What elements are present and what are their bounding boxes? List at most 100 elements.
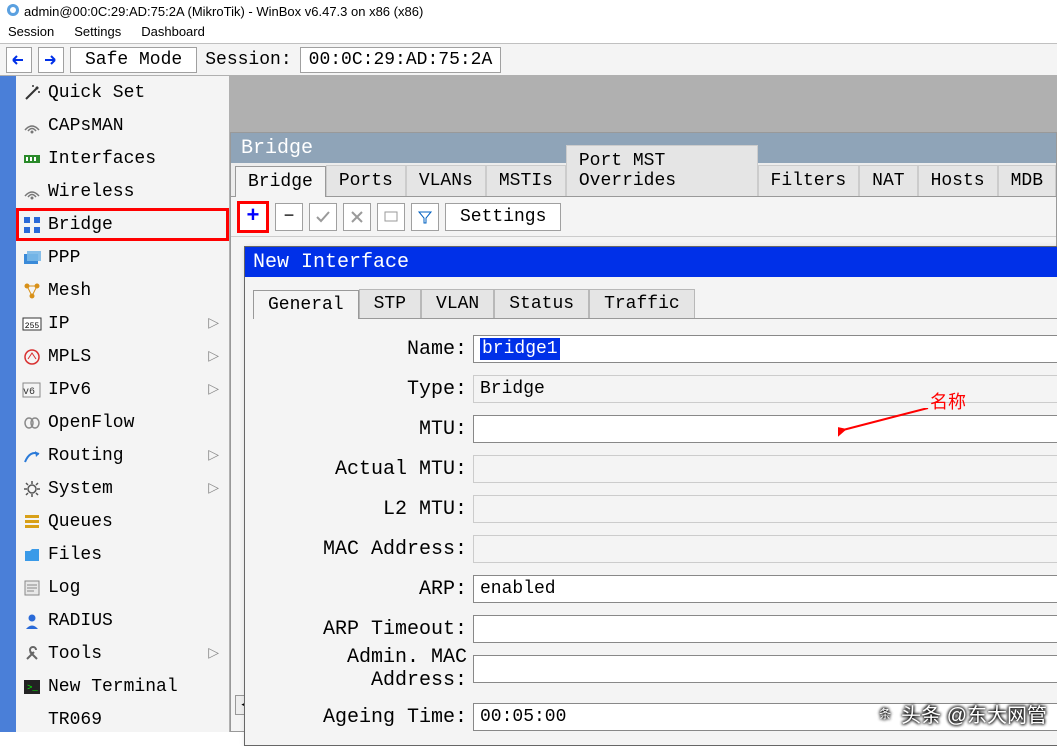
- menu-dashboard[interactable]: Dashboard: [137, 23, 209, 42]
- dialog-tab-vlan[interactable]: VLAN: [421, 289, 494, 318]
- -icon: [22, 710, 42, 730]
- wand-icon: [22, 83, 42, 103]
- mtu-input[interactable]: [473, 415, 1057, 443]
- bridge-icon: [22, 215, 42, 235]
- comment-button[interactable]: [377, 203, 405, 231]
- tab-mstis[interactable]: MSTIs: [486, 165, 566, 196]
- sidebar-item-capsman[interactable]: CAPsMAN: [16, 109, 229, 142]
- sidebar-item-tools[interactable]: Tools▷: [16, 637, 229, 670]
- sidebar-item-mpls[interactable]: MPLS▷: [16, 340, 229, 373]
- arp-label: ARP:: [257, 578, 473, 601]
- term-icon: >_: [22, 677, 42, 697]
- filter-button[interactable]: [411, 203, 439, 231]
- tab-nat[interactable]: NAT: [859, 165, 917, 196]
- submenu-arrow-icon: ▷: [208, 381, 219, 398]
- mac-value: [473, 535, 1057, 563]
- dialog-tab-traffic[interactable]: Traffic: [589, 289, 695, 318]
- sidebar-item-quick-set[interactable]: Quick Set: [16, 76, 229, 109]
- sidebar-item-ipv6[interactable]: v6 IPv6 ▷: [16, 373, 229, 406]
- sidebar-item-label: Interfaces: [48, 149, 156, 169]
- sidebar-item-label: IP: [48, 314, 70, 334]
- back-button[interactable]: [6, 47, 32, 73]
- forward-button[interactable]: [38, 47, 64, 73]
- sidebar-item-log[interactable]: Log: [16, 571, 229, 604]
- sidebar-item-label: Files: [48, 545, 102, 565]
- menu-settings[interactable]: Settings: [70, 23, 125, 42]
- tab-mdb[interactable]: MDB: [998, 165, 1056, 196]
- tab-vlans[interactable]: VLANs: [406, 165, 486, 196]
- settings-button[interactable]: Settings: [445, 203, 561, 231]
- l2-mtu-value: [473, 495, 1057, 523]
- sidebar-item-bridge[interactable]: Bridge: [16, 208, 229, 241]
- name-input[interactable]: bridge1: [473, 335, 1057, 363]
- tab-bridge[interactable]: Bridge: [235, 166, 326, 197]
- watermark-icon: 条: [875, 704, 895, 724]
- dialog-tab-stp[interactable]: STP: [359, 289, 421, 318]
- sidebar-item-label: Mesh: [48, 281, 91, 301]
- tab-ports[interactable]: Ports: [326, 165, 406, 196]
- sidebar-item-label: New Terminal: [48, 677, 178, 697]
- sidebar-item-label: CAPsMAN: [48, 116, 124, 136]
- tab-filters[interactable]: Filters: [758, 165, 860, 196]
- type-label: Type:: [257, 378, 473, 401]
- watermark-text: 头条 @东大网管: [901, 699, 1047, 728]
- sidebar-item-label: Quick Set: [48, 83, 145, 103]
- arp-timeout-input[interactable]: [473, 615, 1057, 643]
- tab-port-mst-overrides[interactable]: Port MST Overrides: [566, 145, 758, 196]
- gear-icon: [22, 479, 42, 499]
- sidebar-item-ppp[interactable]: PPP: [16, 241, 229, 274]
- svg-text:v6: v6: [23, 387, 35, 398]
- sidebar-item-wireless[interactable]: Wireless: [16, 175, 229, 208]
- arp-select[interactable]: enabled: [473, 575, 1057, 603]
- sidebar-item-files[interactable]: Files: [16, 538, 229, 571]
- actual-mtu-label: Actual MTU:: [257, 458, 473, 481]
- remove-button[interactable]: −: [275, 203, 303, 231]
- sidebar-item-queues[interactable]: Queues: [16, 505, 229, 538]
- tab-hosts[interactable]: Hosts: [918, 165, 998, 196]
- dialog-tab-status[interactable]: Status: [494, 289, 589, 318]
- sidebar-item-label: Wireless: [48, 182, 134, 202]
- submenu-arrow-icon: ▷: [208, 348, 219, 365]
- type-value: Bridge: [473, 375, 1057, 403]
- nic-icon: [22, 149, 42, 169]
- add-button[interactable]: +: [237, 201, 269, 233]
- annotation-text: 名称: [930, 388, 966, 414]
- sidebar-item-label: IPv6: [48, 380, 91, 400]
- dialog-tab-general[interactable]: General: [253, 290, 359, 319]
- route-icon: [22, 446, 42, 466]
- menubar: Session Settings Dashboard: [0, 22, 1057, 44]
- sidebar-item-system[interactable]: System▷: [16, 472, 229, 505]
- dialog-title-bar[interactable]: New Interface □ ✕: [245, 247, 1057, 277]
- submenu-arrow-icon: ▷: [208, 480, 219, 497]
- sidebar-item-ip[interactable]: 255IP▷: [16, 307, 229, 340]
- sidebar-item-mesh[interactable]: Mesh: [16, 274, 229, 307]
- safe-mode-button[interactable]: Safe Mode: [70, 47, 197, 73]
- sidebar-item-label: Routing: [48, 446, 124, 466]
- disable-button[interactable]: [343, 203, 371, 231]
- arp-timeout-label: ARP Timeout:: [257, 618, 473, 641]
- sidebar-item-new-terminal[interactable]: >_ New Terminal: [16, 670, 229, 703]
- l2-mtu-label: L2 MTU:: [257, 498, 473, 521]
- session-label: Session:: [203, 50, 293, 70]
- menu-session[interactable]: Session: [4, 23, 58, 42]
- admin-mac-input[interactable]: [473, 655, 1057, 683]
- sidebar-item-interfaces[interactable]: Interfaces: [16, 142, 229, 175]
- sidebar-item-label: TR069: [48, 710, 102, 730]
- sidebar-item-routing[interactable]: Routing▷: [16, 439, 229, 472]
- ageing-label: Ageing Time:: [257, 706, 473, 729]
- app-icon: [6, 3, 20, 20]
- sidebar-item-openflow[interactable]: OpenFlow: [16, 406, 229, 439]
- submenu-arrow-icon: ▷: [208, 645, 219, 662]
- accent-strip: [0, 76, 16, 732]
- wifi-icon: [22, 116, 42, 136]
- new-interface-dialog: New Interface □ ✕ GeneralSTPVLANStatusTr…: [244, 246, 1057, 746]
- ipv6-icon: v6: [22, 380, 42, 400]
- dialog-title: New Interface: [253, 251, 409, 274]
- admin-mac-label: Admin. MAC Address:: [257, 646, 473, 692]
- dialog-form: Name:bridge1 Type:Bridge MTU:▼ Actual MT…: [253, 319, 1057, 737]
- sidebar-item-radius[interactable]: RADIUS: [16, 604, 229, 637]
- sidebar-item-tr069[interactable]: TR069: [16, 703, 229, 736]
- enable-button[interactable]: [309, 203, 337, 231]
- mesh-icon: [22, 281, 42, 301]
- radius-icon: [22, 611, 42, 631]
